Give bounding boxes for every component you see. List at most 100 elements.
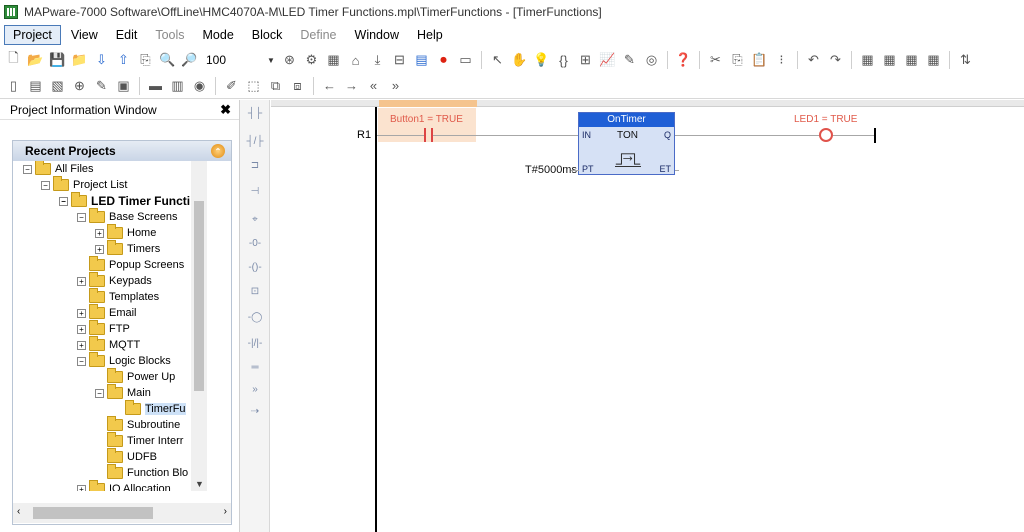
page-view-icon[interactable]: ▣ [114, 76, 133, 95]
tree-item[interactable]: − LED Timer Functi [59, 192, 190, 209]
expand-icon[interactable]: + [77, 276, 86, 286]
block-icon[interactable]: ⊞ [576, 51, 595, 70]
set-coil-icon[interactable]: ⊡ [246, 286, 264, 297]
menu-project[interactable]: Project [4, 25, 61, 45]
scroll-right-icon[interactable]: › [224, 506, 227, 517]
arrow-left-icon[interactable]: ← [320, 76, 339, 95]
collapse-icon[interactable]: − [77, 356, 86, 366]
tree-item[interactable]: + Keypads [77, 272, 152, 289]
cut-icon[interactable]: ✂ [706, 51, 725, 70]
double-left-icon[interactable]: « [364, 76, 383, 95]
horizontal-line-icon[interactable]: ═ [246, 362, 264, 373]
tree-vertical-scrollbar[interactable]: ▼ [191, 161, 207, 491]
new-file-icon[interactable]: 🗋 [4, 50, 23, 70]
menu-tools[interactable]: Tools [147, 26, 192, 44]
zoom-level-field[interactable]: 100 [202, 51, 264, 69]
tree-item[interactable]: + Timers [95, 240, 160, 257]
tree-item[interactable]: Subroutine [95, 416, 180, 433]
menu-view[interactable]: View [63, 26, 106, 44]
tree-horizontal-scrollbar[interactable]: ‹ › [13, 503, 231, 523]
collapse-icon[interactable]: − [23, 164, 32, 174]
menu-mode[interactable]: Mode [195, 26, 242, 44]
close-icon[interactable]: ✖ [220, 102, 231, 118]
page-tag-icon[interactable]: ▧ [48, 76, 67, 95]
tree-item[interactable]: Timer Interr [95, 432, 183, 449]
rising-edge-icon[interactable]: ⌖ [246, 214, 264, 225]
tree-item[interactable]: − Base Screens [77, 208, 177, 225]
shapes-icon[interactable]: ⬚ [244, 76, 263, 95]
sort-icon[interactable]: ⇅ [956, 51, 975, 70]
page-icon[interactable]: ▯ [4, 76, 23, 95]
expand-icon[interactable]: + [77, 484, 86, 491]
stop-icon[interactable]: ⏺ [434, 51, 453, 70]
collapse-icon[interactable]: − [41, 180, 50, 190]
download-icon[interactable]: ⇩ [92, 51, 111, 70]
collapse-icon[interactable]: − [95, 388, 104, 398]
page-add-icon[interactable]: ⊕ [70, 76, 89, 95]
undo-icon[interactable]: ↶ [804, 51, 823, 70]
layer-icon[interactable]: ⧉ [266, 76, 285, 95]
scroll-left-icon[interactable]: ‹ [17, 506, 20, 517]
chart-icon[interactable]: 📈 [598, 51, 617, 70]
help-icon[interactable]: ❓ [674, 51, 693, 70]
expand-icon[interactable]: + [77, 324, 86, 334]
tree-item[interactable]: Power Up [95, 368, 175, 385]
tree-item[interactable]: + Email [77, 304, 137, 321]
display-icon[interactable]: ▬ [146, 76, 165, 95]
erase-icon[interactable]: ✎ [620, 51, 639, 70]
draw-icon[interactable]: ✐ [222, 76, 241, 95]
paste-icon[interactable]: 📋 [750, 51, 769, 70]
double-right-icon[interactable]: » [386, 76, 405, 95]
pointer-icon[interactable]: ↖ [488, 51, 507, 70]
menu-block[interactable]: Block [244, 26, 291, 44]
arrow-right-icon[interactable]: → [342, 76, 361, 95]
tree-item[interactable]: − Project List [41, 176, 127, 193]
page-edit-icon[interactable]: ✎ [92, 76, 111, 95]
expand-icon[interactable]: + [95, 228, 104, 238]
expand-icon[interactable]: + [95, 244, 104, 254]
scroll-thumb[interactable] [33, 507, 153, 519]
expand-icon[interactable]: + [77, 340, 86, 350]
tree-item[interactable]: UDFB [95, 448, 157, 465]
output-coil[interactable] [819, 128, 833, 142]
align-left-icon[interactable]: ▦ [858, 51, 877, 70]
zoom-dropdown-icon[interactable]: ▼ [267, 56, 277, 65]
contact-nc-icon[interactable]: ┤/├ [246, 136, 264, 147]
collapse-icon[interactable]: − [59, 196, 68, 206]
page-settings-icon[interactable]: ▤ [26, 76, 45, 95]
database-icon[interactable]: ▥ [168, 76, 187, 95]
align-center-icon[interactable]: ▦ [880, 51, 899, 70]
zoom-out-icon[interactable]: 🔎 [180, 51, 199, 70]
preset-time-value[interactable]: T#5000ms [525, 164, 577, 176]
document-icon[interactable]: ▭ [456, 51, 475, 70]
coil-icon[interactable]: -()- [246, 262, 264, 273]
tree-item[interactable]: Function Blo [95, 464, 188, 481]
align-right-icon[interactable]: ▦ [902, 51, 921, 70]
tree-item[interactable]: − Logic Blocks [77, 352, 171, 369]
recent-projects-header[interactable]: Recent Projects ⌃ [13, 141, 231, 161]
block-tool-icon[interactable]: ⊐ [246, 160, 264, 171]
disk-icon[interactable]: ◉ [190, 76, 209, 95]
braces-icon[interactable]: {} [554, 51, 573, 70]
ladder-editor[interactable]: R1 Button1 = TRUE OnTimer TON IN Q PT ET… [271, 100, 1024, 532]
transfer-icon[interactable]: ⚙ [302, 51, 321, 70]
tree-item[interactable]: Popup Screens [77, 256, 184, 273]
redo-icon[interactable]: ↷ [826, 51, 845, 70]
upload-icon[interactable]: ⇧ [114, 51, 133, 70]
menu-edit[interactable]: Edit [108, 26, 146, 44]
simulate-icon[interactable]: ▦ [324, 51, 343, 70]
on-timer-block[interactable]: OnTimer TON IN Q PT ET [578, 112, 675, 175]
collapse-icon[interactable]: ⌃ [211, 144, 225, 158]
tree-item[interactable]: + MQTT [77, 336, 140, 353]
contact-left-bar[interactable] [424, 128, 426, 142]
tree-item[interactable]: − Main [95, 384, 151, 401]
expand-icon[interactable]: + [77, 308, 86, 318]
tree-item[interactable]: + IO Allocation [77, 480, 171, 491]
tree-item[interactable]: TimerFu [113, 400, 186, 417]
scroll-thumb[interactable] [194, 201, 204, 391]
collapse-icon[interactable]: − [77, 212, 86, 222]
save-icon[interactable]: 💾 [48, 51, 67, 70]
jump-icon[interactable]: ⇢ [246, 406, 264, 417]
open-folder-icon[interactable]: 📂 [26, 51, 45, 70]
branch-icon[interactable]: ⊣ [246, 186, 264, 197]
